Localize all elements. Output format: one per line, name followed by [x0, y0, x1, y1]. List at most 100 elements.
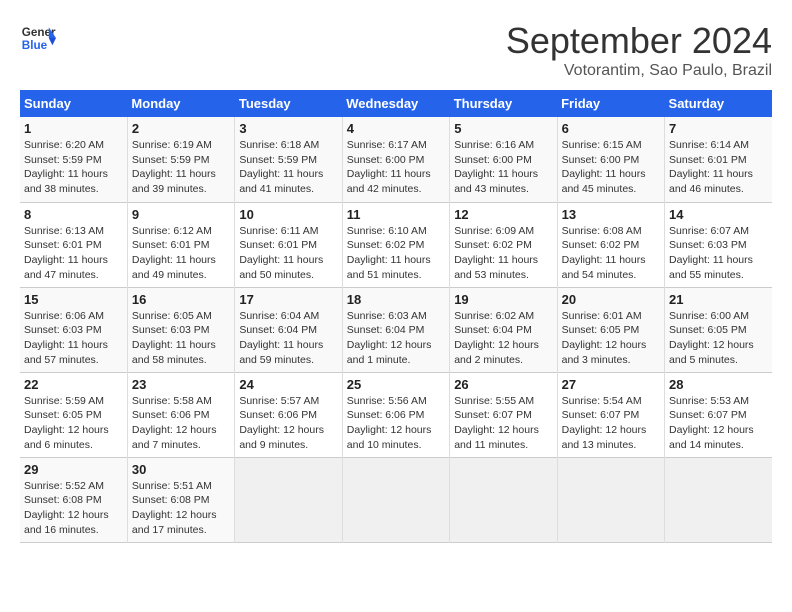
day-number: 19: [454, 292, 552, 307]
day-info: Sunrise: 5:56 AM Sunset: 6:06 PM Dayligh…: [347, 394, 445, 453]
day-info: Sunrise: 6:16 AM Sunset: 6:00 PM Dayligh…: [454, 138, 552, 197]
day-number: 26: [454, 377, 552, 392]
page-header: General Blue September 2024 Votorantim, …: [20, 20, 772, 80]
calendar-cell: 29 Sunrise: 5:52 AM Sunset: 6:08 PM Dayl…: [20, 457, 127, 542]
calendar-cell: 28 Sunrise: 5:53 AM Sunset: 6:07 PM Dayl…: [665, 372, 772, 457]
calendar-cell: 13 Sunrise: 6:08 AM Sunset: 6:02 PM Dayl…: [557, 202, 664, 287]
calendar-cell: 1 Sunrise: 6:20 AM Sunset: 5:59 PM Dayli…: [20, 117, 127, 202]
day-number: 23: [132, 377, 230, 392]
day-number: 27: [562, 377, 660, 392]
week-row-2: 8 Sunrise: 6:13 AM Sunset: 6:01 PM Dayli…: [20, 202, 772, 287]
calendar-cell: 2 Sunrise: 6:19 AM Sunset: 5:59 PM Dayli…: [127, 117, 234, 202]
day-info: Sunrise: 6:00 AM Sunset: 6:05 PM Dayligh…: [669, 309, 768, 368]
calendar-cell: 22 Sunrise: 5:59 AM Sunset: 6:05 PM Dayl…: [20, 372, 127, 457]
week-row-1: 1 Sunrise: 6:20 AM Sunset: 5:59 PM Dayli…: [20, 117, 772, 202]
day-info: Sunrise: 6:17 AM Sunset: 6:00 PM Dayligh…: [347, 138, 445, 197]
day-number: 17: [239, 292, 337, 307]
day-info: Sunrise: 6:09 AM Sunset: 6:02 PM Dayligh…: [454, 224, 552, 283]
calendar-cell: 9 Sunrise: 6:12 AM Sunset: 6:01 PM Dayli…: [127, 202, 234, 287]
day-info: Sunrise: 5:52 AM Sunset: 6:08 PM Dayligh…: [24, 479, 123, 538]
day-number: 13: [562, 207, 660, 222]
calendar-cell: 21 Sunrise: 6:00 AM Sunset: 6:05 PM Dayl…: [665, 287, 772, 372]
day-info: Sunrise: 5:55 AM Sunset: 6:07 PM Dayligh…: [454, 394, 552, 453]
day-info: Sunrise: 6:08 AM Sunset: 6:02 PM Dayligh…: [562, 224, 660, 283]
day-info: Sunrise: 6:20 AM Sunset: 5:59 PM Dayligh…: [24, 138, 123, 197]
day-info: Sunrise: 6:07 AM Sunset: 6:03 PM Dayligh…: [669, 224, 768, 283]
day-info: Sunrise: 6:01 AM Sunset: 6:05 PM Dayligh…: [562, 309, 660, 368]
day-number: 16: [132, 292, 230, 307]
header-wednesday: Wednesday: [342, 90, 449, 117]
week-row-4: 22 Sunrise: 5:59 AM Sunset: 6:05 PM Dayl…: [20, 372, 772, 457]
day-number: 9: [132, 207, 230, 222]
day-info: Sunrise: 6:19 AM Sunset: 5:59 PM Dayligh…: [132, 138, 230, 197]
day-info: Sunrise: 6:05 AM Sunset: 6:03 PM Dayligh…: [132, 309, 230, 368]
day-number: 28: [669, 377, 768, 392]
calendar-cell: 6 Sunrise: 6:15 AM Sunset: 6:00 PM Dayli…: [557, 117, 664, 202]
day-info: Sunrise: 5:51 AM Sunset: 6:08 PM Dayligh…: [132, 479, 230, 538]
calendar-cell: 23 Sunrise: 5:58 AM Sunset: 6:06 PM Dayl…: [127, 372, 234, 457]
weekday-header-row: Sunday Monday Tuesday Wednesday Thursday…: [20, 90, 772, 117]
calendar-cell: [235, 457, 342, 542]
calendar-cell: 8 Sunrise: 6:13 AM Sunset: 6:01 PM Dayli…: [20, 202, 127, 287]
calendar-cell: 30 Sunrise: 5:51 AM Sunset: 6:08 PM Dayl…: [127, 457, 234, 542]
calendar-cell: 16 Sunrise: 6:05 AM Sunset: 6:03 PM Dayl…: [127, 287, 234, 372]
header-sunday: Sunday: [20, 90, 127, 117]
calendar-cell: 19 Sunrise: 6:02 AM Sunset: 6:04 PM Dayl…: [450, 287, 557, 372]
calendar-cell: 24 Sunrise: 5:57 AM Sunset: 6:06 PM Dayl…: [235, 372, 342, 457]
day-info: Sunrise: 6:10 AM Sunset: 6:02 PM Dayligh…: [347, 224, 445, 283]
day-info: Sunrise: 6:11 AM Sunset: 6:01 PM Dayligh…: [239, 224, 337, 283]
calendar-cell: [342, 457, 449, 542]
calendar-cell: 26 Sunrise: 5:55 AM Sunset: 6:07 PM Dayl…: [450, 372, 557, 457]
day-number: 2: [132, 121, 230, 136]
day-info: Sunrise: 6:12 AM Sunset: 6:01 PM Dayligh…: [132, 224, 230, 283]
day-number: 7: [669, 121, 768, 136]
day-info: Sunrise: 5:58 AM Sunset: 6:06 PM Dayligh…: [132, 394, 230, 453]
calendar-cell: 11 Sunrise: 6:10 AM Sunset: 6:02 PM Dayl…: [342, 202, 449, 287]
day-number: 10: [239, 207, 337, 222]
calendar-cell: 3 Sunrise: 6:18 AM Sunset: 5:59 PM Dayli…: [235, 117, 342, 202]
day-info: Sunrise: 6:18 AM Sunset: 5:59 PM Dayligh…: [239, 138, 337, 197]
calendar-cell: [450, 457, 557, 542]
day-number: 29: [24, 462, 123, 477]
day-number: 8: [24, 207, 123, 222]
week-row-3: 15 Sunrise: 6:06 AM Sunset: 6:03 PM Dayl…: [20, 287, 772, 372]
calendar-cell: 27 Sunrise: 5:54 AM Sunset: 6:07 PM Dayl…: [557, 372, 664, 457]
header-saturday: Saturday: [665, 90, 772, 117]
calendar-cell: 15 Sunrise: 6:06 AM Sunset: 6:03 PM Dayl…: [20, 287, 127, 372]
calendar-cell: 14 Sunrise: 6:07 AM Sunset: 6:03 PM Dayl…: [665, 202, 772, 287]
day-number: 30: [132, 462, 230, 477]
day-info: Sunrise: 6:04 AM Sunset: 6:04 PM Dayligh…: [239, 309, 337, 368]
day-number: 18: [347, 292, 445, 307]
svg-text:Blue: Blue: [22, 39, 48, 52]
calendar-cell: 17 Sunrise: 6:04 AM Sunset: 6:04 PM Dayl…: [235, 287, 342, 372]
day-number: 3: [239, 121, 337, 136]
day-number: 24: [239, 377, 337, 392]
day-info: Sunrise: 5:59 AM Sunset: 6:05 PM Dayligh…: [24, 394, 123, 453]
calendar-cell: [557, 457, 664, 542]
day-info: Sunrise: 6:13 AM Sunset: 6:01 PM Dayligh…: [24, 224, 123, 283]
calendar-cell: 10 Sunrise: 6:11 AM Sunset: 6:01 PM Dayl…: [235, 202, 342, 287]
day-number: 1: [24, 121, 123, 136]
day-number: 6: [562, 121, 660, 136]
location-subtitle: Votorantim, Sao Paulo, Brazil: [506, 62, 772, 80]
week-row-5: 29 Sunrise: 5:52 AM Sunset: 6:08 PM Dayl…: [20, 457, 772, 542]
day-number: 22: [24, 377, 123, 392]
calendar-cell: 18 Sunrise: 6:03 AM Sunset: 6:04 PM Dayl…: [342, 287, 449, 372]
day-info: Sunrise: 6:14 AM Sunset: 6:01 PM Dayligh…: [669, 138, 768, 197]
title-block: September 2024 Votorantim, Sao Paulo, Br…: [506, 20, 772, 80]
day-info: Sunrise: 6:06 AM Sunset: 6:03 PM Dayligh…: [24, 309, 123, 368]
day-number: 12: [454, 207, 552, 222]
day-info: Sunrise: 5:53 AM Sunset: 6:07 PM Dayligh…: [669, 394, 768, 453]
month-title: September 2024: [506, 20, 772, 62]
day-number: 5: [454, 121, 552, 136]
calendar-cell: 12 Sunrise: 6:09 AM Sunset: 6:02 PM Dayl…: [450, 202, 557, 287]
day-info: Sunrise: 6:02 AM Sunset: 6:04 PM Dayligh…: [454, 309, 552, 368]
day-info: Sunrise: 5:54 AM Sunset: 6:07 PM Dayligh…: [562, 394, 660, 453]
day-number: 15: [24, 292, 123, 307]
header-monday: Monday: [127, 90, 234, 117]
header-friday: Friday: [557, 90, 664, 117]
header-tuesday: Tuesday: [235, 90, 342, 117]
day-info: Sunrise: 6:03 AM Sunset: 6:04 PM Dayligh…: [347, 309, 445, 368]
day-number: 4: [347, 121, 445, 136]
header-thursday: Thursday: [450, 90, 557, 117]
